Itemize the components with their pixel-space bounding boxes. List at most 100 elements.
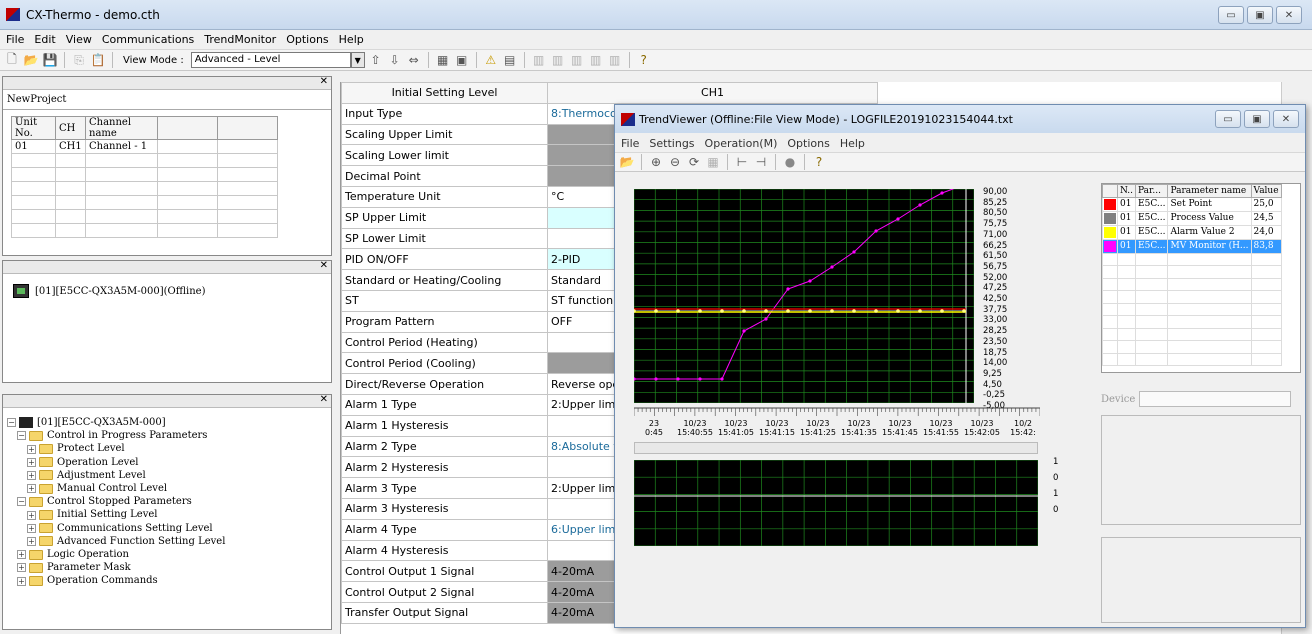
- expand-icon[interactable]: +: [17, 576, 26, 586]
- menu-view[interactable]: View: [66, 33, 92, 46]
- column-header-channel-name[interactable]: Channel name: [85, 116, 158, 140]
- expand-icon[interactable]: +: [27, 457, 36, 467]
- column-header-ch[interactable]: CH: [55, 116, 86, 140]
- expand-icon[interactable]: +: [17, 550, 26, 560]
- menu-help[interactable]: Help: [339, 33, 364, 46]
- tool-b-icon[interactable]: ▥: [550, 52, 566, 68]
- tree-node[interactable]: + Operation Level: [7, 456, 331, 469]
- open-folder-icon[interactable]: 📂: [23, 52, 39, 68]
- device-select[interactable]: [1139, 391, 1292, 407]
- chevron-down-icon[interactable]: ▼: [350, 52, 365, 68]
- trend-menu-help[interactable]: Help: [840, 137, 865, 150]
- trend-maximize-button[interactable]: ▣: [1244, 110, 1270, 128]
- tree-node[interactable]: + Manual Control Level: [7, 482, 331, 495]
- maximize-button[interactable]: ▣: [1247, 6, 1273, 24]
- expand-icon[interactable]: +: [27, 484, 36, 494]
- table-icon[interactable]: ▦: [705, 154, 721, 170]
- column-header-par[interactable]: Par...: [1135, 184, 1169, 198]
- column-header-value[interactable]: Value: [1250, 184, 1282, 198]
- parameter-row[interactable]: 01 E5C... Set Point 25,0: [1102, 196, 1282, 212]
- minimize-button[interactable]: ▭: [1218, 6, 1244, 24]
- column-header-unit[interactable]: Unit No.: [11, 116, 56, 140]
- menu-communications[interactable]: Communications: [102, 33, 194, 46]
- save-icon[interactable]: 💾: [42, 52, 58, 68]
- zoom-out-icon[interactable]: ⊖: [667, 154, 683, 170]
- menu-options[interactable]: Options: [286, 33, 328, 46]
- parameter-row[interactable]: 01 E5C... MV Monitor (H... 83,8: [1102, 238, 1282, 254]
- warning-icon[interactable]: ⚠: [483, 52, 499, 68]
- zoom-in-icon[interactable]: ⊕: [648, 154, 664, 170]
- upload-icon[interactable]: ⇧: [368, 52, 384, 68]
- tree-node[interactable]: + Initial Setting Level: [7, 508, 331, 521]
- column-header-parameter-name[interactable]: Parameter name: [1167, 184, 1252, 198]
- close-panel-icon[interactable]: ✕: [320, 76, 328, 87]
- expand-icon[interactable]: +: [27, 470, 36, 480]
- tree-node[interactable]: − Control Stopped Parameters: [7, 495, 331, 508]
- paste-icon[interactable]: 📋: [90, 52, 106, 68]
- horizontal-scrollbar[interactable]: [634, 442, 1038, 454]
- help-icon[interactable]: ?: [636, 52, 652, 68]
- open-folder-icon[interactable]: 📂: [619, 154, 635, 170]
- monitor-icon[interactable]: ▦: [435, 52, 451, 68]
- menu-edit[interactable]: Edit: [34, 33, 55, 46]
- view-mode-select[interactable]: Advanced - Level: [190, 52, 351, 68]
- expand-icon[interactable]: +: [27, 523, 36, 533]
- parameter-value-cell: 25,0: [1250, 196, 1282, 212]
- column-header-n[interactable]: N..: [1116, 184, 1137, 198]
- trend-plot[interactable]: [634, 189, 974, 403]
- tree-node[interactable]: + Communications Setting Level: [7, 522, 331, 535]
- collapse-icon[interactable]: −: [17, 497, 26, 507]
- tree-node-label: Operation Level: [57, 456, 139, 468]
- parameter-row[interactable]: 01 E5C... Process Value 24,5: [1102, 210, 1282, 226]
- digital-plot[interactable]: [634, 460, 1038, 546]
- parameter-row[interactable]: 01 E5C... Alarm Value 2 24,0: [1102, 224, 1282, 240]
- tool-c-icon[interactable]: ▥: [569, 52, 585, 68]
- tree-node[interactable]: + Parameter Mask: [7, 561, 331, 574]
- refresh-icon[interactable]: ⟳: [686, 154, 702, 170]
- window-icon[interactable]: ▣: [454, 52, 470, 68]
- close-button[interactable]: ✕: [1276, 6, 1302, 24]
- cursor-a-icon[interactable]: ⊢: [734, 154, 750, 170]
- expand-icon[interactable]: +: [27, 536, 36, 546]
- tree-root[interactable]: − [01][E5CC-QX3A5M-000]: [7, 416, 331, 429]
- collapse-icon[interactable]: −: [7, 418, 16, 428]
- alarm-point: [940, 309, 944, 313]
- expand-icon[interactable]: +: [27, 444, 36, 454]
- trend-menu-file[interactable]: File: [621, 137, 639, 150]
- record-icon[interactable]: ●: [782, 154, 798, 170]
- controller-icon: [13, 284, 29, 298]
- x-tick-date: 10/23: [765, 419, 789, 428]
- tree-node[interactable]: + Logic Operation: [7, 548, 331, 561]
- help-icon[interactable]: ?: [811, 154, 827, 170]
- tool-d-icon[interactable]: ▥: [588, 52, 604, 68]
- tool-a-icon[interactable]: ▥: [531, 52, 547, 68]
- expand-icon[interactable]: +: [17, 563, 26, 573]
- parameter-name-cell: Alarm 2 Hysteresis: [341, 456, 548, 479]
- table-row[interactable]: 01 CH1 Channel - 1: [11, 139, 278, 154]
- trend-menu-settings[interactable]: Settings: [649, 137, 694, 150]
- close-panel-icon[interactable]: ✕: [320, 394, 328, 405]
- menu-file[interactable]: File: [6, 33, 24, 46]
- new-file-icon[interactable]: 🗋: [4, 52, 20, 68]
- trend-icon[interactable]: ▤: [502, 52, 518, 68]
- tree-node[interactable]: + Operation Commands: [7, 574, 331, 587]
- trend-close-button[interactable]: ✕: [1273, 110, 1299, 128]
- trend-menu-operation[interactable]: Operation(M): [705, 137, 778, 150]
- expand-icon[interactable]: +: [27, 510, 36, 520]
- tool-e-icon[interactable]: ▥: [607, 52, 623, 68]
- tree-node[interactable]: − Control in Progress Parameters: [7, 429, 331, 442]
- menu-trendmonitor[interactable]: TrendMonitor: [204, 33, 276, 46]
- device-item[interactable]: [01][E5CC-QX3A5M-000](Offline): [13, 284, 331, 298]
- cursor-b-icon[interactable]: ⊣: [753, 154, 769, 170]
- tree-node[interactable]: + Adjustment Level: [7, 469, 331, 482]
- compare-icon[interactable]: ⇔: [406, 52, 422, 68]
- close-panel-icon[interactable]: ✕: [320, 260, 328, 271]
- download-icon[interactable]: ⇩: [387, 52, 403, 68]
- tree-node[interactable]: + Advanced Function Setting Level: [7, 535, 331, 548]
- trend-menu-options[interactable]: Options: [787, 137, 829, 150]
- copy-icon[interactable]: ⎘: [71, 52, 87, 68]
- tree-node[interactable]: + Protect Level: [7, 442, 331, 455]
- tree-node-label: Parameter Mask: [47, 562, 131, 574]
- trend-minimize-button[interactable]: ▭: [1215, 110, 1241, 128]
- collapse-icon[interactable]: −: [17, 431, 26, 441]
